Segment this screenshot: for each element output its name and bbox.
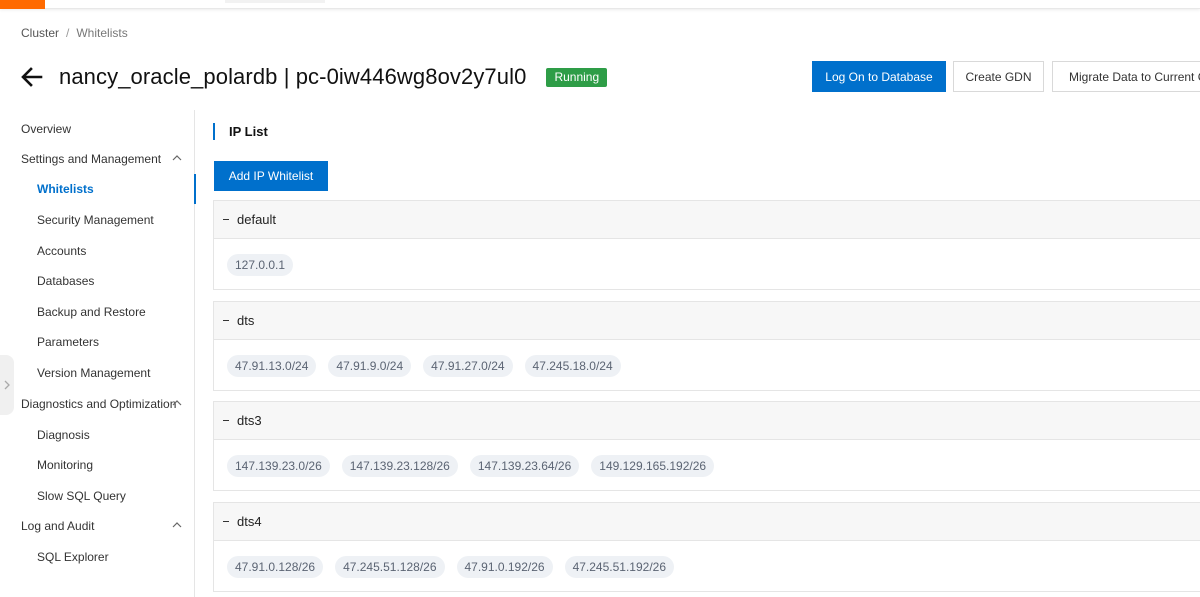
ip-list: 47.91.13.0/24 47.91.9.0/24 47.91.27.0/24… (214, 340, 1200, 391)
page-header: nancy_oracle_polardb | pc-0iw446wg8ov2y7… (19, 60, 608, 94)
ip-tag: 147.139.23.128/26 (341, 454, 458, 477)
ip-tag: 47.245.51.192/26 (564, 555, 674, 578)
breadcrumb-cluster[interactable]: Cluster (21, 26, 59, 40)
top-search-box[interactable] (225, 0, 325, 3)
sidebar-item-overview[interactable]: Overview (0, 114, 195, 144)
whitelist-group-header[interactable]: dts4 (214, 503, 1200, 541)
page-title: nancy_oracle_polardb | pc-0iw446wg8ov2y7… (59, 64, 527, 89)
breadcrumb-whitelists: Whitelists (76, 26, 128, 40)
collapse-icon (223, 420, 229, 421)
back-arrow-icon[interactable] (19, 64, 45, 90)
whitelist-group-name: dts4 (237, 514, 262, 529)
ip-tag: 147.139.23.0/26 (227, 454, 330, 477)
ip-list: 147.139.23.0/26 147.139.23.128/26 147.13… (214, 440, 1200, 491)
ip-tag: 149.129.165.192/26 (591, 454, 715, 477)
create-gdn-button[interactable]: Create GDN (953, 61, 1044, 92)
whitelist-group-header[interactable]: default (214, 201, 1200, 239)
ip-list: 127.0.0.1 (214, 239, 1200, 290)
whitelist-group: default 127.0.0.1 (213, 200, 1200, 290)
sidebar-item-monitoring[interactable]: Monitoring (0, 450, 195, 480)
sidebar-item-databases[interactable]: Databases (0, 266, 195, 296)
whitelist-group: dts3 147.139.23.0/26 147.139.23.128/26 1… (213, 401, 1200, 491)
migrate-data-button[interactable]: Migrate Data to Current C (1052, 61, 1200, 92)
chevron-right-icon (4, 380, 10, 390)
sidebar-item-diagnosis[interactable]: Diagnosis (0, 420, 195, 450)
sidebar-group-label: Diagnostics and Optimization (21, 397, 177, 411)
whitelist-group: dts4 47.91.0.128/26 47.245.51.128/26 47.… (213, 502, 1200, 592)
log-on-to-database-button[interactable]: Log On to Database (812, 61, 946, 92)
collapse-icon (223, 219, 229, 220)
sidebar-item-security[interactable]: Security Management (0, 205, 195, 235)
ip-tag: 47.245.18.0/24 (524, 354, 621, 377)
status-badge: Running (546, 67, 608, 87)
ip-tag: 127.0.0.1 (227, 253, 294, 276)
ip-tag: 47.91.13.0/24 (227, 354, 317, 377)
chevron-up-icon (172, 155, 182, 161)
add-ip-whitelist-button[interactable]: Add IP Whitelist (214, 161, 328, 191)
ip-tag: 47.91.9.0/24 (328, 354, 412, 377)
sidebar-group-label: Settings and Management (21, 152, 162, 166)
ip-tag: 47.91.0.192/26 (456, 555, 553, 578)
whitelist-group-header[interactable]: dts (214, 302, 1200, 340)
whitelist-group-header[interactable]: dts3 (214, 402, 1200, 440)
header-actions: Log On to Database Create GDN Migrate Da… (812, 61, 1200, 92)
brand-logo[interactable] (0, 0, 45, 9)
sidebar-group-log-audit[interactable]: Log and Audit (0, 511, 195, 541)
ip-tag: 47.91.0.128/26 (227, 555, 324, 578)
collapse-icon (223, 521, 229, 522)
sidebar-item-sql-explorer[interactable]: SQL Explorer (0, 542, 195, 572)
sidebar-collapse-handle[interactable] (0, 355, 14, 415)
whitelist-group-name: dts3 (237, 413, 262, 428)
sidebar-item-parameters[interactable]: Parameters (0, 327, 195, 357)
sidebar-item-whitelists[interactable]: Whitelists (0, 174, 196, 204)
sidebar-group-label: Log and Audit (21, 519, 95, 533)
whitelist-group-name: dts (237, 313, 255, 328)
sidebar-item-accounts[interactable]: Accounts (0, 236, 195, 266)
sidebar-item-slow-sql[interactable]: Slow SQL Query (0, 481, 195, 511)
sidebar-group-diagnostics[interactable]: Diagnostics and Optimization (0, 389, 195, 419)
breadcrumb-separator: / (66, 26, 70, 40)
ip-tag: 147.139.23.64/26 (469, 454, 580, 477)
sidebar-group-settings[interactable]: Settings and Management (0, 144, 195, 174)
breadcrumb: Cluster / Whitelists (21, 26, 128, 40)
sidebar: Overview Settings and Management Whiteli… (0, 110, 196, 597)
sidebar-item-backup[interactable]: Backup and Restore (0, 297, 195, 327)
whitelist-group-name: default (237, 212, 277, 227)
ip-list: 47.91.0.128/26 47.245.51.128/26 47.91.0.… (214, 541, 1200, 592)
collapse-icon (223, 320, 229, 321)
whitelist-group: dts 47.91.13.0/24 47.91.9.0/24 47.91.27.… (213, 301, 1200, 391)
sidebar-item-version[interactable]: Version Management (0, 358, 195, 388)
chevron-up-icon (172, 400, 182, 406)
chevron-up-icon (172, 522, 182, 528)
ip-tag: 47.245.51.128/26 (335, 555, 445, 578)
section-title: IP List (213, 123, 268, 140)
ip-tag: 47.91.27.0/24 (423, 354, 513, 377)
top-nav-bar (0, 0, 1200, 9)
